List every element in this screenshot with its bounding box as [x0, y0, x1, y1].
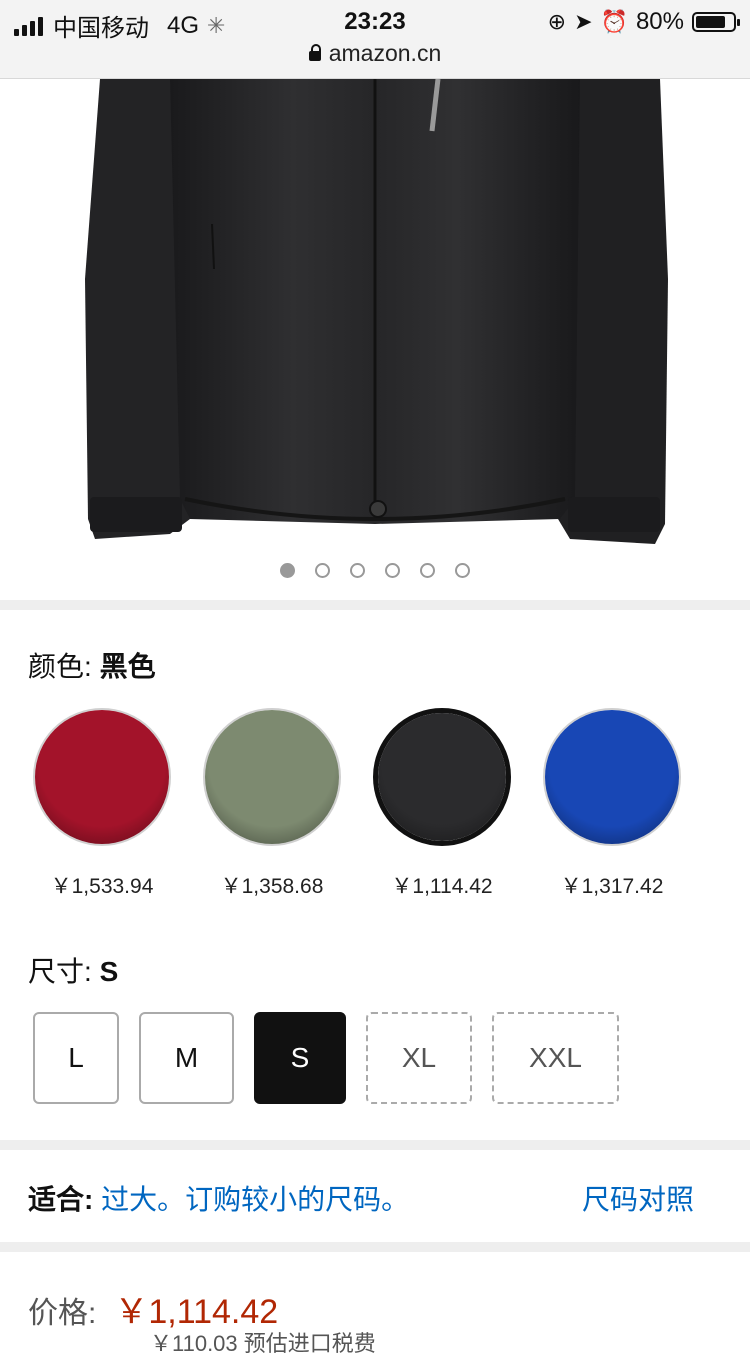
status-right: ⊕ ➤ ⏰ 80% [547, 8, 740, 36]
alarm-icon: ⏰ [600, 9, 628, 34]
color-option-price: ￥1,358.68 [220, 875, 324, 898]
color-option-price: ￥1,317.42 [560, 875, 664, 898]
selected-color: 黑色 [99, 651, 156, 682]
gallery-dot[interactable] [385, 563, 400, 578]
jacket-thumbnail [378, 713, 506, 841]
lock-icon [308, 44, 321, 61]
address-bar[interactable]: amazon.cn [0, 40, 750, 67]
size-option-xxl[interactable]: XXL [492, 1012, 619, 1104]
rotation-lock-icon: ⊕ [547, 9, 567, 34]
size-label-text: 尺寸: [28, 956, 92, 987]
size-option-xl[interactable]: XL [366, 1012, 472, 1104]
jacket-thumbnail [205, 710, 339, 844]
color-swatch-black-jacket[interactable] [373, 708, 511, 846]
status-bar: 中国移动 4G ✳ 23:23 ⊕ ➤ ⏰ 80% amazon.cn [0, 0, 750, 79]
gallery-pagination [0, 563, 750, 578]
color-option-price: ￥1,114.42 [391, 875, 493, 898]
location-icon: ➤ [574, 9, 593, 34]
product-image[interactable] [0, 79, 750, 599]
size-option-s[interactable]: S [254, 1012, 346, 1104]
fit-label: 适合: [28, 1184, 94, 1215]
gallery-dot[interactable] [280, 563, 295, 578]
gallery-dot[interactable] [420, 563, 435, 578]
jacket-image [85, 79, 668, 544]
url-text: amazon.cn [328, 40, 442, 66]
size-chart-link[interactable]: 尺码对照 [582, 1178, 694, 1218]
jacket-thumbnail [545, 710, 679, 844]
fit-message[interactable]: 过大。订购较小的尺码。 [101, 1184, 409, 1215]
color-option-price: ￥1,533.94 [50, 875, 154, 898]
color-swatch-green-jacket[interactable] [203, 708, 341, 846]
jacket-thumbnail [35, 710, 169, 844]
size-label: 尺寸: S [28, 950, 118, 990]
battery-icon [692, 12, 740, 32]
selected-size: S [99, 956, 119, 987]
price-label: 价格: [28, 1297, 97, 1330]
color-swatch-blue-jacket[interactable] [543, 708, 681, 846]
battery-percent: 80% [635, 8, 684, 35]
gallery-dot[interactable] [350, 563, 365, 578]
gallery-dot[interactable] [455, 563, 470, 578]
fit-recommendation: 适合: 过大。订购较小的尺码。 [28, 1178, 409, 1218]
divider [0, 1242, 750, 1252]
color-swatch-red-jacket[interactable] [33, 708, 171, 846]
color-label: 颜色: 黑色 [28, 645, 156, 685]
color-label-text: 颜色: [28, 651, 92, 682]
gallery-dot[interactable] [315, 563, 330, 578]
divider [0, 600, 750, 610]
import-tax-note: ￥110.03 预估进口税费 [150, 1331, 376, 1356]
size-option-m[interactable]: M [139, 1012, 234, 1104]
size-option-l[interactable]: L [33, 1012, 119, 1104]
divider [0, 1140, 750, 1150]
